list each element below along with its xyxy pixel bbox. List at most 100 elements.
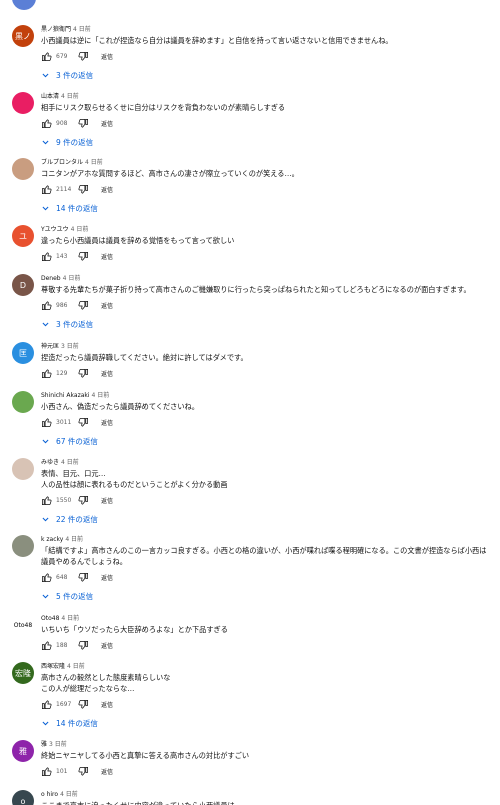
like-button[interactable] xyxy=(41,766,52,777)
like-button[interactable] xyxy=(41,368,52,379)
like-button[interactable] xyxy=(41,495,52,506)
reply-button[interactable]: 返信 xyxy=(101,573,113,582)
view-replies-button[interactable]: 14 件の返信 xyxy=(41,203,492,213)
comment-body: 西塚宏隆 4 日前 高市さんの毅然とした態度素晴らしいな この人が総理だったならな…… xyxy=(41,662,492,728)
dislike-button[interactable] xyxy=(78,495,89,506)
avatar[interactable]: D xyxy=(12,274,34,296)
comment-time[interactable]: 4 日前 xyxy=(92,392,110,399)
comment-time[interactable]: 4 日前 xyxy=(71,226,89,233)
like-button[interactable] xyxy=(41,417,52,428)
comment-text: 捏造だったら議員辞職してください。絶対に許してはダメです。 xyxy=(41,352,492,363)
comment-text-line: 人の品性は顔に表れるものだということがよく分かる動画 xyxy=(41,480,228,489)
view-replies-button[interactable]: 3 件の返信 xyxy=(41,319,492,329)
like-button[interactable] xyxy=(41,640,52,651)
comment-time[interactable]: 4 日前 xyxy=(73,26,91,33)
like-count: 3011 xyxy=(56,418,72,426)
comment-time[interactable]: 4 日前 xyxy=(61,615,79,622)
comment-author[interactable]: 西塚宏隆 xyxy=(41,663,65,670)
dislike-button[interactable] xyxy=(78,417,89,428)
comment-text: ここまで高市に迫ったくせに内容が違っていたら小西議員は… xyxy=(41,800,492,805)
replies-count: 5 件の返信 xyxy=(56,591,94,601)
comment-author[interactable]: o hiro xyxy=(41,791,58,798)
like-button[interactable] xyxy=(41,572,52,583)
avatar[interactable] xyxy=(12,158,34,180)
comment-text-line: 小西さん、偽造だったら議員辞めてくださいね。 xyxy=(41,402,199,411)
view-replies-button[interactable]: 22 件の返信 xyxy=(41,514,492,524)
thumbs-down-icon xyxy=(78,572,89,583)
like-button[interactable] xyxy=(41,251,52,262)
view-replies-button[interactable]: 14 件の返信 xyxy=(41,718,492,728)
like-button[interactable] xyxy=(41,184,52,195)
avatar[interactable]: 宏隆 xyxy=(12,662,34,684)
chevron-down-icon xyxy=(41,719,56,728)
comment-author[interactable]: 神元匡 xyxy=(41,343,59,350)
avatar[interactable] xyxy=(12,92,34,114)
thumbs-down-icon xyxy=(78,300,89,311)
comment-time[interactable]: 3 日前 xyxy=(61,343,79,350)
avatar[interactable]: 雅 xyxy=(12,740,34,762)
view-replies-button[interactable]: 9 件の返信 xyxy=(41,137,492,147)
comment-time[interactable]: 4 日前 xyxy=(63,275,81,282)
avatar[interactable]: Oto48 xyxy=(12,614,34,636)
reply-button[interactable]: 返信 xyxy=(101,119,113,128)
view-replies-button[interactable]: 67 件の返信 xyxy=(41,436,492,446)
comment-author[interactable]: Shinichi Akazaki xyxy=(41,392,90,399)
dislike-button[interactable] xyxy=(78,766,89,777)
view-replies-button[interactable]: 5 件の返信 xyxy=(41,591,492,601)
comment-author[interactable]: k zacky xyxy=(41,536,63,543)
comment-body: 神元匡 3 日前 捏造だったら議員辞職してください。絶対に許してはダメです。 12… xyxy=(41,342,492,379)
comment-time[interactable]: 4 日前 xyxy=(60,791,78,798)
dislike-button[interactable] xyxy=(78,368,89,379)
comment-text: いちいち「ウソだったら大臣辞めろよな」とか下品すぎる xyxy=(41,624,492,635)
comment-author[interactable]: ブルプロンタル xyxy=(41,159,83,166)
dislike-button[interactable] xyxy=(78,640,89,651)
comment-time[interactable]: 4 日前 xyxy=(61,459,79,466)
dislike-button[interactable] xyxy=(78,51,89,62)
avatar[interactable]: 匡 xyxy=(12,342,34,364)
reply-button[interactable]: 返信 xyxy=(101,641,113,650)
dislike-button[interactable] xyxy=(78,572,89,583)
reply-button[interactable]: 返信 xyxy=(101,52,113,61)
comment-author[interactable]: 山本清 xyxy=(41,93,59,100)
comment-author[interactable]: 黒ノ狼衛門 xyxy=(41,26,71,33)
reply-button[interactable]: 返信 xyxy=(101,767,113,776)
like-button[interactable] xyxy=(41,118,52,129)
reply-button[interactable]: 返信 xyxy=(101,301,113,310)
comment-body: 山本清 4 日前 相手にリスク取らせるくせに自分はリスクを背負わないのが素晴らしす… xyxy=(41,92,492,147)
dislike-button[interactable] xyxy=(78,300,89,311)
comment-author[interactable]: Deneb xyxy=(41,275,61,282)
like-button[interactable] xyxy=(41,51,52,62)
comment-time[interactable]: 4 日前 xyxy=(65,536,83,543)
like-button[interactable] xyxy=(41,699,52,710)
comment-author[interactable]: みゆき xyxy=(41,459,59,466)
reply-button[interactable]: 返信 xyxy=(101,496,113,505)
comment-author[interactable]: Oto48 xyxy=(41,615,59,622)
comment-time[interactable]: 4 日前 xyxy=(67,663,85,670)
comment-author[interactable]: Yユウユウ xyxy=(41,226,69,233)
like-button[interactable] xyxy=(41,300,52,311)
comment-time[interactable]: 4 日前 xyxy=(85,159,103,166)
reply-button[interactable]: 返信 xyxy=(101,418,113,427)
dislike-button[interactable] xyxy=(78,184,89,195)
avatar[interactable]: ユ xyxy=(12,225,34,247)
avatar[interactable] xyxy=(12,391,34,413)
comment-time[interactable]: 3 日前 xyxy=(49,741,67,748)
thumbs-up-icon xyxy=(41,495,52,506)
avatar[interactable] xyxy=(12,535,34,557)
reply-button[interactable]: 返信 xyxy=(101,185,113,194)
avatar[interactable]: o xyxy=(12,790,34,805)
avatar-text: Oto48 xyxy=(13,621,33,629)
reply-button[interactable]: 返信 xyxy=(101,700,113,709)
previous-comment-avatar[interactable] xyxy=(12,0,36,10)
avatar[interactable] xyxy=(12,458,34,480)
dislike-button[interactable] xyxy=(78,118,89,129)
reply-button[interactable]: 返信 xyxy=(101,252,113,261)
comment-time[interactable]: 4 日前 xyxy=(61,93,79,100)
dislike-button[interactable] xyxy=(78,251,89,262)
avatar-initial: 雅 xyxy=(19,746,27,756)
reply-button[interactable]: 返信 xyxy=(101,369,113,378)
avatar[interactable]: 黒ノ xyxy=(12,25,34,47)
dislike-button[interactable] xyxy=(78,699,89,710)
comment-author[interactable]: 雅 xyxy=(41,741,47,748)
view-replies-button[interactable]: 3 件の返信 xyxy=(41,70,492,80)
